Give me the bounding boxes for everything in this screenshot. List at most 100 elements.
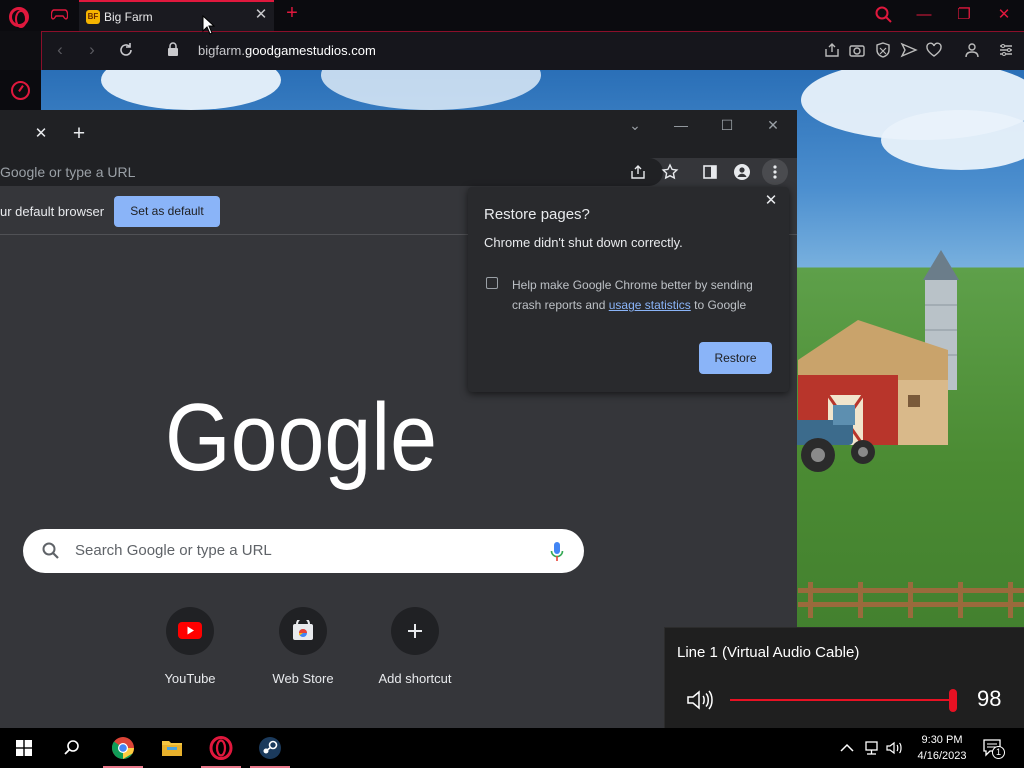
- tab-search-icon[interactable]: ⌄: [624, 116, 646, 134]
- chrome-toolbar: Google or type a URL: [0, 158, 797, 188]
- easy-setup-icon[interactable]: [997, 41, 1015, 59]
- shortcut-add[interactable]: Add shortcut: [355, 607, 475, 697]
- notification-count: 1: [992, 746, 1005, 759]
- big-farm-favicon-icon: BF: [86, 10, 100, 24]
- close-window-button[interactable]: ✕: [992, 4, 1016, 26]
- clock-date: 4/16/2023: [917, 750, 967, 762]
- action-center-button[interactable]: 1: [983, 739, 1005, 759]
- gamepad-icon[interactable]: [51, 8, 68, 21]
- microphone-icon[interactable]: [550, 541, 564, 563]
- fence-image: [798, 582, 1024, 618]
- mouse-cursor-icon: [202, 15, 215, 35]
- windows-start-icon: [16, 740, 32, 756]
- svg-text:Google: Google: [165, 390, 437, 490]
- bookmark-star-icon[interactable]: [661, 163, 679, 181]
- adblock-shield-icon[interactable]: [874, 41, 892, 59]
- network-icon[interactable]: [862, 739, 880, 757]
- search-icon[interactable]: [875, 6, 893, 24]
- omnibox-placeholder: Google or type a URL: [0, 164, 136, 180]
- minimize-button[interactable]: —: [912, 4, 936, 26]
- tab-big-farm[interactable]: BF Big Farm ✕: [79, 0, 274, 31]
- more-vert-icon: [773, 165, 777, 179]
- volume-slider-thumb[interactable]: [949, 689, 957, 712]
- dialog-title: Restore pages?: [484, 206, 590, 223]
- url-prefix: bigfarm.: [198, 43, 245, 58]
- new-tab-button[interactable]: +: [283, 2, 301, 24]
- youtube-icon: [166, 607, 214, 655]
- camera-icon[interactable]: [848, 41, 866, 59]
- tractor-image: [793, 405, 875, 472]
- chrome-menu-button[interactable]: [762, 159, 788, 185]
- file-explorer-icon: [162, 741, 182, 756]
- crash-report-checkbox[interactable]: [486, 277, 498, 289]
- ntp-search-box[interactable]: Search Google or type a URL: [23, 529, 584, 573]
- taskbar-search-button[interactable]: [48, 728, 96, 768]
- close-tab-icon[interactable]: ✕: [253, 7, 269, 23]
- taskbar-steam[interactable]: [246, 728, 294, 768]
- opera-address-bar: ‹ › bigfarm.goodgamestudios.com: [41, 31, 1024, 70]
- volume-slider-track[interactable]: [730, 699, 955, 701]
- plus-icon: [391, 607, 439, 655]
- maximize-button[interactable]: ☐: [716, 116, 738, 134]
- set-as-default-button[interactable]: Set as default: [114, 196, 220, 227]
- url-text[interactable]: bigfarm.goodgamestudios.com: [198, 43, 376, 58]
- close-window-button[interactable]: ✕: [762, 116, 784, 134]
- restore-pages-dialog: ✕ Restore pages? Chrome didn't shut down…: [468, 187, 789, 392]
- side-panel-icon[interactable]: [701, 163, 719, 181]
- chrome-icon: [111, 737, 134, 759]
- volume-value: 98: [977, 686, 1002, 711]
- lock-icon: [168, 42, 178, 56]
- audio-device-name[interactable]: Line 1 (Virtual Audio Cable): [677, 644, 859, 661]
- restore-button[interactable]: Restore: [699, 342, 772, 374]
- minimize-button[interactable]: —: [670, 116, 692, 134]
- opera-icon: [209, 736, 233, 760]
- tab-title: Big Farm: [104, 10, 153, 24]
- forward-button[interactable]: ›: [82, 40, 102, 60]
- taskbar-opera[interactable]: [197, 728, 245, 768]
- dialog-subtitle: Chrome didn't shut down correctly.: [484, 235, 683, 250]
- heart-icon[interactable]: [925, 41, 943, 59]
- infobar-text: ur default browser: [0, 204, 105, 219]
- back-button[interactable]: ‹: [50, 40, 70, 60]
- profile-icon[interactable]: [733, 163, 751, 181]
- share-icon[interactable]: [823, 41, 841, 59]
- search-placeholder: Search Google or type a URL: [75, 542, 272, 559]
- volume-icon[interactable]: [886, 739, 904, 757]
- send-icon[interactable]: [900, 41, 918, 59]
- opera-logo-icon[interactable]: [9, 7, 29, 28]
- system-clock[interactable]: 9:30 PM 4/16/2023: [912, 732, 972, 764]
- profile-icon[interactable]: [963, 41, 981, 59]
- share-icon[interactable]: [629, 163, 647, 181]
- new-tab-button[interactable]: +: [69, 123, 89, 144]
- usage-statistics-link[interactable]: usage statistics: [609, 298, 691, 312]
- steam-icon: [259, 737, 281, 759]
- shortcut-web-store[interactable]: Web Store: [243, 607, 363, 697]
- url-domain: goodgamestudios.com: [244, 43, 376, 58]
- opera-tab-strip: BF Big Farm ✕ + — ❐ ✕: [0, 0, 1024, 31]
- checkbox-text-end: to Google: [694, 298, 747, 312]
- checkbox-label: Help make Google Chrome better by sendin…: [512, 275, 772, 315]
- speaker-icon[interactable]: [686, 689, 714, 711]
- search-icon: [64, 740, 79, 755]
- google-logo: Google: [165, 390, 437, 490]
- close-dialog-icon[interactable]: ✕: [763, 193, 779, 209]
- start-button[interactable]: [0, 728, 48, 768]
- windows-taskbar: 9:30 PM 4/16/2023 1: [0, 728, 1024, 768]
- speed-dial-icon[interactable]: [11, 81, 30, 100]
- shortcut-youtube[interactable]: YouTube: [130, 607, 250, 697]
- shortcut-label: Web Store: [272, 671, 334, 686]
- restore-window-button[interactable]: ❐: [952, 4, 976, 26]
- chrome-tab-strip: ✕ + ⌄ — ☐ ✕: [0, 110, 797, 158]
- omnibox[interactable]: Google or type a URL: [0, 158, 679, 186]
- volume-flyout: Line 1 (Virtual Audio Cable) 98: [664, 627, 1024, 728]
- shortcut-label: YouTube: [164, 671, 216, 686]
- shortcut-label: Add shortcut: [378, 671, 452, 686]
- search-icon: [42, 542, 59, 559]
- close-tab-icon[interactable]: ✕: [33, 126, 49, 142]
- chevron-up-icon[interactable]: [838, 739, 856, 757]
- taskbar-file-explorer[interactable]: [148, 728, 196, 768]
- taskbar-chrome[interactable]: [99, 728, 147, 768]
- clock-time: 9:30 PM: [921, 734, 963, 746]
- web-store-icon: [279, 607, 327, 655]
- reload-icon[interactable]: [117, 41, 135, 59]
